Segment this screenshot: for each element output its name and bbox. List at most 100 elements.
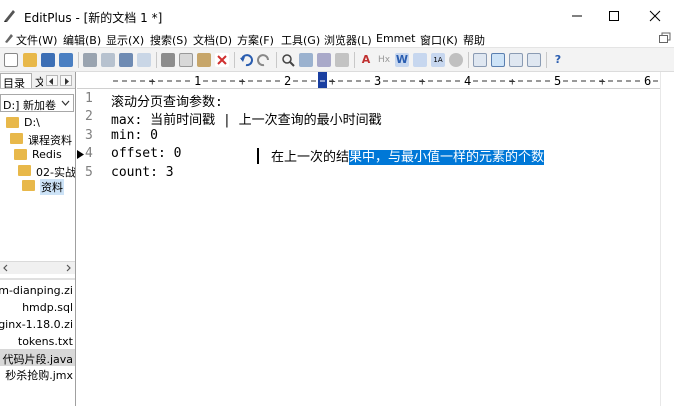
paste-icon[interactable] xyxy=(197,53,211,67)
file-item[interactable]: tokens.txt xyxy=(0,333,75,350)
menu-project[interactable]: 方案(F) xyxy=(237,32,274,48)
code-line: count: 3 xyxy=(111,165,174,180)
scroll-left-icon xyxy=(3,264,8,272)
menu-emmet[interactable]: Emmet xyxy=(376,32,415,45)
font-icon[interactable]: A xyxy=(359,53,373,67)
file-item[interactable]: hmdp.sql xyxy=(0,299,75,316)
tab-scroll-left-button[interactable] xyxy=(46,75,58,86)
output-window-icon[interactable] xyxy=(509,53,523,67)
menu-view[interactable]: 显示(X) xyxy=(106,32,144,48)
settings-gear-icon[interactable] xyxy=(449,53,463,67)
file-item[interactable]: 秒杀抢购.jmx xyxy=(0,365,75,382)
tab-directory[interactable]: 目录 xyxy=(0,73,32,88)
delete-icon[interactable] xyxy=(215,53,229,67)
browser-preview-icon[interactable] xyxy=(137,53,151,67)
folder-open-icon xyxy=(18,165,31,176)
menu-search[interactable]: 搜索(S) xyxy=(150,32,188,48)
title-bar: EditPlus - [新的文档 1 *] xyxy=(0,0,674,30)
directory-window-icon[interactable] xyxy=(473,53,487,67)
folder-open-icon xyxy=(6,117,19,128)
tab-scroll-right-button[interactable] xyxy=(60,75,72,86)
tab-cliptext[interactable]: 文 xyxy=(33,73,43,88)
ruler-plus-mark: + xyxy=(599,75,606,88)
ruler-plus-mark: + xyxy=(509,75,516,88)
new-file-icon[interactable] xyxy=(4,53,18,67)
folder-horizontal-scrollbar[interactable] xyxy=(0,261,75,274)
print-preview-icon[interactable] xyxy=(101,53,115,67)
panel-tabs: 目录 文 xyxy=(0,72,75,89)
ruler-number: 5 xyxy=(554,74,561,88)
text-cursor xyxy=(257,148,259,164)
document-pen-icon xyxy=(5,34,13,43)
ruler-number: 2 xyxy=(284,74,291,88)
menu-window[interactable]: 窗口(K) xyxy=(420,32,458,48)
menu-document[interactable]: 文档(D) xyxy=(193,32,232,48)
line-number: 4 xyxy=(85,146,93,161)
cut-icon[interactable] xyxy=(161,53,175,67)
file-item[interactable]: nginx-1.18.0.zi xyxy=(0,316,75,333)
code-line: 滚动分页查询参数: xyxy=(111,95,223,110)
maximize-button[interactable] xyxy=(591,0,637,30)
undo-icon[interactable] xyxy=(239,53,253,67)
close-button[interactable] xyxy=(632,0,674,30)
goto-line-icon[interactable] xyxy=(335,53,349,67)
open-folder-icon[interactable] xyxy=(23,53,37,67)
menu-tools[interactable]: 工具(G) xyxy=(281,32,320,48)
drive-select[interactable]: D:] 新加卷 xyxy=(0,94,74,112)
ruler-plus-mark: + xyxy=(329,75,336,88)
code-line: min: 0 xyxy=(111,128,158,143)
replace-icon[interactable] xyxy=(299,53,313,67)
spell-check-icon[interactable] xyxy=(119,53,133,67)
word-wrap-icon[interactable]: W xyxy=(395,53,409,67)
arrow-left-icon xyxy=(49,78,53,85)
file-item[interactable]: hm-dianping.zi xyxy=(0,282,75,299)
ruler-number: 1 xyxy=(194,74,201,88)
maximize-icon xyxy=(609,11,619,21)
ruler-plus-mark: + xyxy=(149,75,156,88)
mdi-restore-icon[interactable] xyxy=(658,32,672,44)
line-number-gutter: 1 2 3 4 5 xyxy=(77,89,107,406)
help-icon[interactable]: ? xyxy=(551,53,565,67)
find-icon[interactable] xyxy=(281,53,295,67)
redo-icon[interactable] xyxy=(257,53,271,67)
ruler-icon[interactable]: 1A xyxy=(431,53,445,67)
menu-file[interactable]: 文件(W) xyxy=(16,32,57,48)
save-icon[interactable] xyxy=(41,53,55,67)
save-all-icon[interactable] xyxy=(59,53,73,67)
menu-bar: 文件(W) 编辑(B) 显示(X) 搜索(S) 文档(D) 方案(F) 工具(G… xyxy=(0,30,674,47)
editor-vertical-scrollbar[interactable] xyxy=(660,72,674,406)
folder-open-icon xyxy=(22,180,35,191)
code-line: max: 当前时间戳 | 上一次查询的最小时间戳 xyxy=(111,113,382,128)
arrow-right-icon xyxy=(65,78,69,85)
drive-label: D:] 新加卷 xyxy=(3,99,56,112)
hex-view-icon[interactable]: Hx xyxy=(377,53,391,67)
folder-open-icon xyxy=(14,149,27,160)
ruler-number: 6 xyxy=(644,74,651,88)
editplus-app-icon xyxy=(4,10,15,22)
code-line: offset: 0 xyxy=(111,146,182,161)
editor-area[interactable]: + + + + + +1 2 3 4 5 6 1 2 3 4 5 滚动分页查询参数: max: 当前… xyxy=(77,72,674,406)
ruler-ticks: + + + + + +1 2 3 4 5 6 xyxy=(113,72,658,88)
chevron-down-icon xyxy=(61,100,70,106)
ruler-number: 3 xyxy=(374,74,381,88)
print-icon[interactable] xyxy=(83,53,97,67)
ruler-plus-mark: + xyxy=(419,75,426,88)
fullscreen-icon[interactable] xyxy=(527,53,541,67)
line-number: 3 xyxy=(85,128,93,143)
copy-icon[interactable] xyxy=(179,53,193,67)
line-number: 2 xyxy=(85,109,93,124)
comment-unselected-text: 在上一次的结 xyxy=(271,150,350,165)
column-ruler: + + + + + +1 2 3 4 5 6 xyxy=(77,72,660,89)
line-number-icon[interactable] xyxy=(413,53,427,67)
panel-splitter[interactable] xyxy=(0,278,75,280)
cliptext-window-icon[interactable] xyxy=(491,53,505,67)
find-in-files-icon[interactable] xyxy=(317,53,331,67)
ruler-plus-mark: + xyxy=(239,75,246,88)
directory-panel: 目录 文 D:] 新加卷 D:\ 课程资料 Redis 02-实战 资料 hm-… xyxy=(0,72,76,406)
menu-help[interactable]: 帮助 xyxy=(463,32,485,48)
menu-browser[interactable]: 浏览器(L) xyxy=(324,32,372,48)
current-line-marker-icon xyxy=(77,150,84,159)
menu-edit[interactable]: 编辑(B) xyxy=(63,32,101,48)
file-item-selected[interactable]: 代码片段.java xyxy=(0,349,75,366)
code-comment: 在上一次的结果中，与最小值一样的元素的个数 xyxy=(271,146,545,165)
